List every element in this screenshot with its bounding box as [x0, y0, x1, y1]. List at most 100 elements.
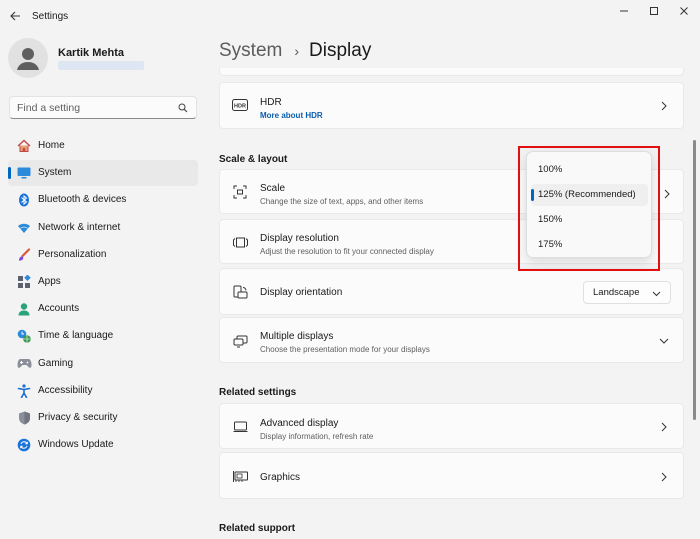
page-title: Display — [309, 40, 372, 61]
minimize-icon — [620, 10, 628, 12]
display-orientation-card[interactable]: Display orientation Landscape — [219, 268, 684, 315]
scale-subtitle: Change the size of text, apps, and other… — [260, 197, 424, 206]
sidebar-item-label: Accessibility — [38, 384, 93, 396]
home-icon — [16, 138, 32, 154]
search-box[interactable] — [9, 96, 197, 119]
search-icon — [178, 103, 188, 113]
orientation-icon — [232, 284, 248, 300]
multiple-displays-card[interactable]: Multiple displays Choose the presentatio… — [219, 317, 684, 363]
sidebar-item-gaming[interactable]: Gaming — [8, 351, 198, 377]
sidebar-item-label: System — [38, 167, 72, 179]
maximize-button[interactable] — [639, 3, 669, 19]
related-support-heading: Related support — [219, 523, 296, 534]
sidebar-item-system[interactable]: System — [8, 160, 198, 187]
orientation-value: Landscape — [593, 287, 640, 298]
bluetooth-icon — [16, 192, 32, 208]
gaming-icon — [16, 356, 32, 372]
chevron-right-icon — [659, 472, 669, 482]
hdr-icon: HDR — [232, 97, 248, 113]
close-icon — [680, 7, 688, 15]
svg-text:HDR: HDR — [234, 104, 246, 110]
user-profile[interactable]: Kartik Mehta — [8, 38, 208, 82]
display-resolution-subtitle: Adjust the resolution to fit your connec… — [260, 247, 434, 256]
sidebar-item-label: Time & language — [38, 330, 114, 342]
avatar — [8, 38, 48, 78]
monitor-icon — [232, 419, 248, 435]
graphics-card-icon — [232, 468, 248, 484]
graphics-title: Graphics — [260, 472, 301, 483]
multiple-displays-title: Multiple displays — [260, 331, 334, 342]
sidebar-nav: Home System Bluetooth & devices Network … — [8, 133, 198, 459]
brush-icon — [16, 247, 32, 263]
advanced-display-subtitle: Display information, refresh rate — [260, 432, 374, 441]
graphics-card[interactable]: Graphics — [219, 452, 684, 499]
app-title: Settings — [32, 11, 69, 22]
multiple-displays-icon — [232, 333, 248, 349]
back-arrow-icon — [9, 11, 20, 21]
sidebar-item-time-language[interactable]: Time & language — [8, 323, 198, 349]
sidebar-item-label: Privacy & security — [38, 411, 118, 423]
chevron-down-icon[interactable] — [659, 336, 669, 346]
breadcrumb: System › Display — [219, 40, 371, 62]
sidebar-item-label: Personalization — [38, 248, 107, 260]
user-email-redacted — [58, 61, 144, 70]
highlight-annotation — [518, 146, 660, 271]
previous-setting-card[interactable] — [219, 68, 684, 76]
sidebar-item-privacy[interactable]: Privacy & security — [8, 405, 198, 431]
hdr-card[interactable]: HDR HDR More about HDR — [219, 82, 684, 129]
title-bar: Settings — [0, 0, 700, 32]
update-icon — [16, 437, 32, 453]
sidebar-item-windows-update[interactable]: Windows Update — [8, 432, 198, 458]
sidebar-item-label: Home — [38, 140, 65, 151]
chevron-right-icon — [659, 422, 669, 432]
more-about-hdr-link[interactable]: More about HDR — [260, 111, 323, 120]
sidebar-item-apps[interactable]: Apps — [8, 269, 198, 295]
scrollbar[interactable] — [693, 140, 696, 420]
chevron-right-icon — [664, 188, 670, 199]
sidebar-item-bluetooth[interactable]: Bluetooth & devices — [8, 187, 198, 213]
network-icon — [16, 220, 32, 236]
sidebar-item-home[interactable]: Home — [8, 133, 198, 159]
scale-icon — [232, 184, 248, 200]
sidebar-item-label: Accounts — [38, 303, 80, 315]
shield-icon — [16, 410, 32, 426]
main-content: HDR HDR More about HDR Scale & layout Sc… — [219, 68, 684, 539]
sidebar-item-label: Windows Update — [38, 439, 114, 451]
back-button[interactable] — [6, 8, 24, 24]
search-input[interactable] — [17, 100, 177, 115]
user-name: Kartik Mehta — [58, 47, 125, 59]
sidebar-item-accounts[interactable]: Accounts — [8, 296, 198, 322]
sidebar-item-personalization[interactable]: Personalization — [8, 242, 198, 268]
hdr-title: HDR — [260, 97, 282, 108]
related-settings-heading: Related settings — [219, 387, 297, 398]
scale-title: Scale — [260, 183, 286, 194]
time-language-icon — [16, 328, 32, 344]
breadcrumb-parent[interactable]: System — [219, 40, 282, 62]
system-icon — [16, 165, 32, 181]
chevron-down-icon — [652, 291, 661, 297]
scrollbar-thumb[interactable] — [693, 140, 696, 420]
close-button[interactable] — [669, 3, 699, 19]
multiple-displays-subtitle: Choose the presentation mode for your di… — [260, 345, 430, 354]
sidebar-item-label: Bluetooth & devices — [38, 194, 127, 206]
sidebar-item-label: Apps — [38, 275, 61, 287]
chevron-right-icon — [659, 101, 669, 111]
minimize-button[interactable] — [609, 3, 639, 19]
advanced-display-card[interactable]: Advanced display Display information, re… — [219, 403, 684, 449]
scale-layout-heading: Scale & layout — [219, 154, 288, 165]
sidebar-item-label: Gaming — [38, 357, 74, 369]
display-resolution-title: Display resolution — [260, 233, 339, 244]
maximize-icon — [650, 7, 658, 15]
breadcrumb-separator: › — [294, 43, 300, 59]
resolution-icon — [232, 234, 248, 250]
sidebar-item-network[interactable]: Network & internet — [8, 215, 198, 241]
accounts-icon — [16, 301, 32, 317]
advanced-display-title: Advanced display — [260, 418, 339, 429]
sidebar-item-label: Network & internet — [38, 221, 121, 233]
display-orientation-title: Display orientation — [260, 287, 343, 298]
accessibility-icon — [16, 383, 32, 399]
sidebar-item-accessibility[interactable]: Accessibility — [8, 378, 198, 404]
orientation-dropdown[interactable]: Landscape — [583, 281, 671, 304]
apps-icon — [16, 274, 32, 290]
person-icon — [17, 48, 39, 70]
